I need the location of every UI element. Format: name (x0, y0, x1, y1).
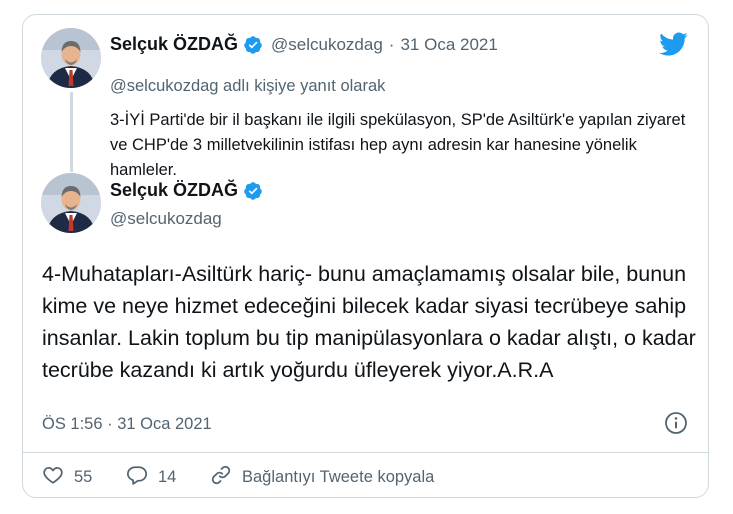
tweet-timestamp[interactable]: ÖS 1:56 · 31 Oca 2021 (42, 415, 212, 434)
info-icon[interactable] (664, 411, 688, 440)
author-name[interactable]: Selçuk ÖZDAĞ (110, 34, 238, 55)
avatar[interactable] (41, 28, 101, 88)
speech-bubble-icon (126, 464, 148, 491)
main-tweet-text: 4-Muhatapları-Asiltürk hariç- bunu amaçl… (42, 262, 696, 382)
author-name[interactable]: Selçuk ÖZDAĞ (110, 180, 238, 201)
verified-badge-icon (243, 35, 263, 55)
profile-photo (41, 173, 101, 233)
like-button[interactable]: 55 (42, 464, 126, 491)
twitter-bird-icon[interactable] (658, 31, 688, 62)
reply-tweet-text: 3-İYİ Parti'de bir il başkanı ile ilgili… (110, 111, 686, 179)
reply-button[interactable]: 14 (126, 464, 210, 491)
tweet-date[interactable]: 31 Oca 2021 (400, 35, 497, 55)
verified-badge-icon (243, 181, 263, 201)
copy-link-label: Bağlantıyı Tweete kopyala (242, 468, 435, 486)
like-count: 55 (74, 468, 93, 486)
author-handle[interactable]: @selcukozdag (110, 209, 222, 229)
divider (23, 452, 708, 453)
reply-count: 14 (158, 468, 177, 486)
tweet-actions: 55 14 Bağlantıyı Tweete kopyala (42, 464, 434, 491)
author-handle[interactable]: @selcukozdag (271, 35, 383, 55)
separator-dot: · (388, 34, 395, 54)
avatar[interactable] (41, 173, 101, 233)
main-author-row: Selçuk ÖZDAĞ (110, 180, 263, 201)
copy-link-button[interactable]: Bağlantıyı Tweete kopyala (210, 464, 434, 491)
embedded-tweet-card: Selçuk ÖZDAĞ @selcukozdag · 31 Oca 2021 … (22, 14, 709, 498)
reply-author-row: Selçuk ÖZDAĞ @selcukozdag · 31 Oca 2021 (110, 34, 498, 55)
thread-connector-line (70, 92, 73, 172)
link-icon (210, 464, 232, 491)
reply-context: @selcukozdag adlı kişiye yanıt olarak (110, 77, 386, 95)
profile-photo (41, 28, 101, 88)
heart-icon (42, 464, 64, 491)
